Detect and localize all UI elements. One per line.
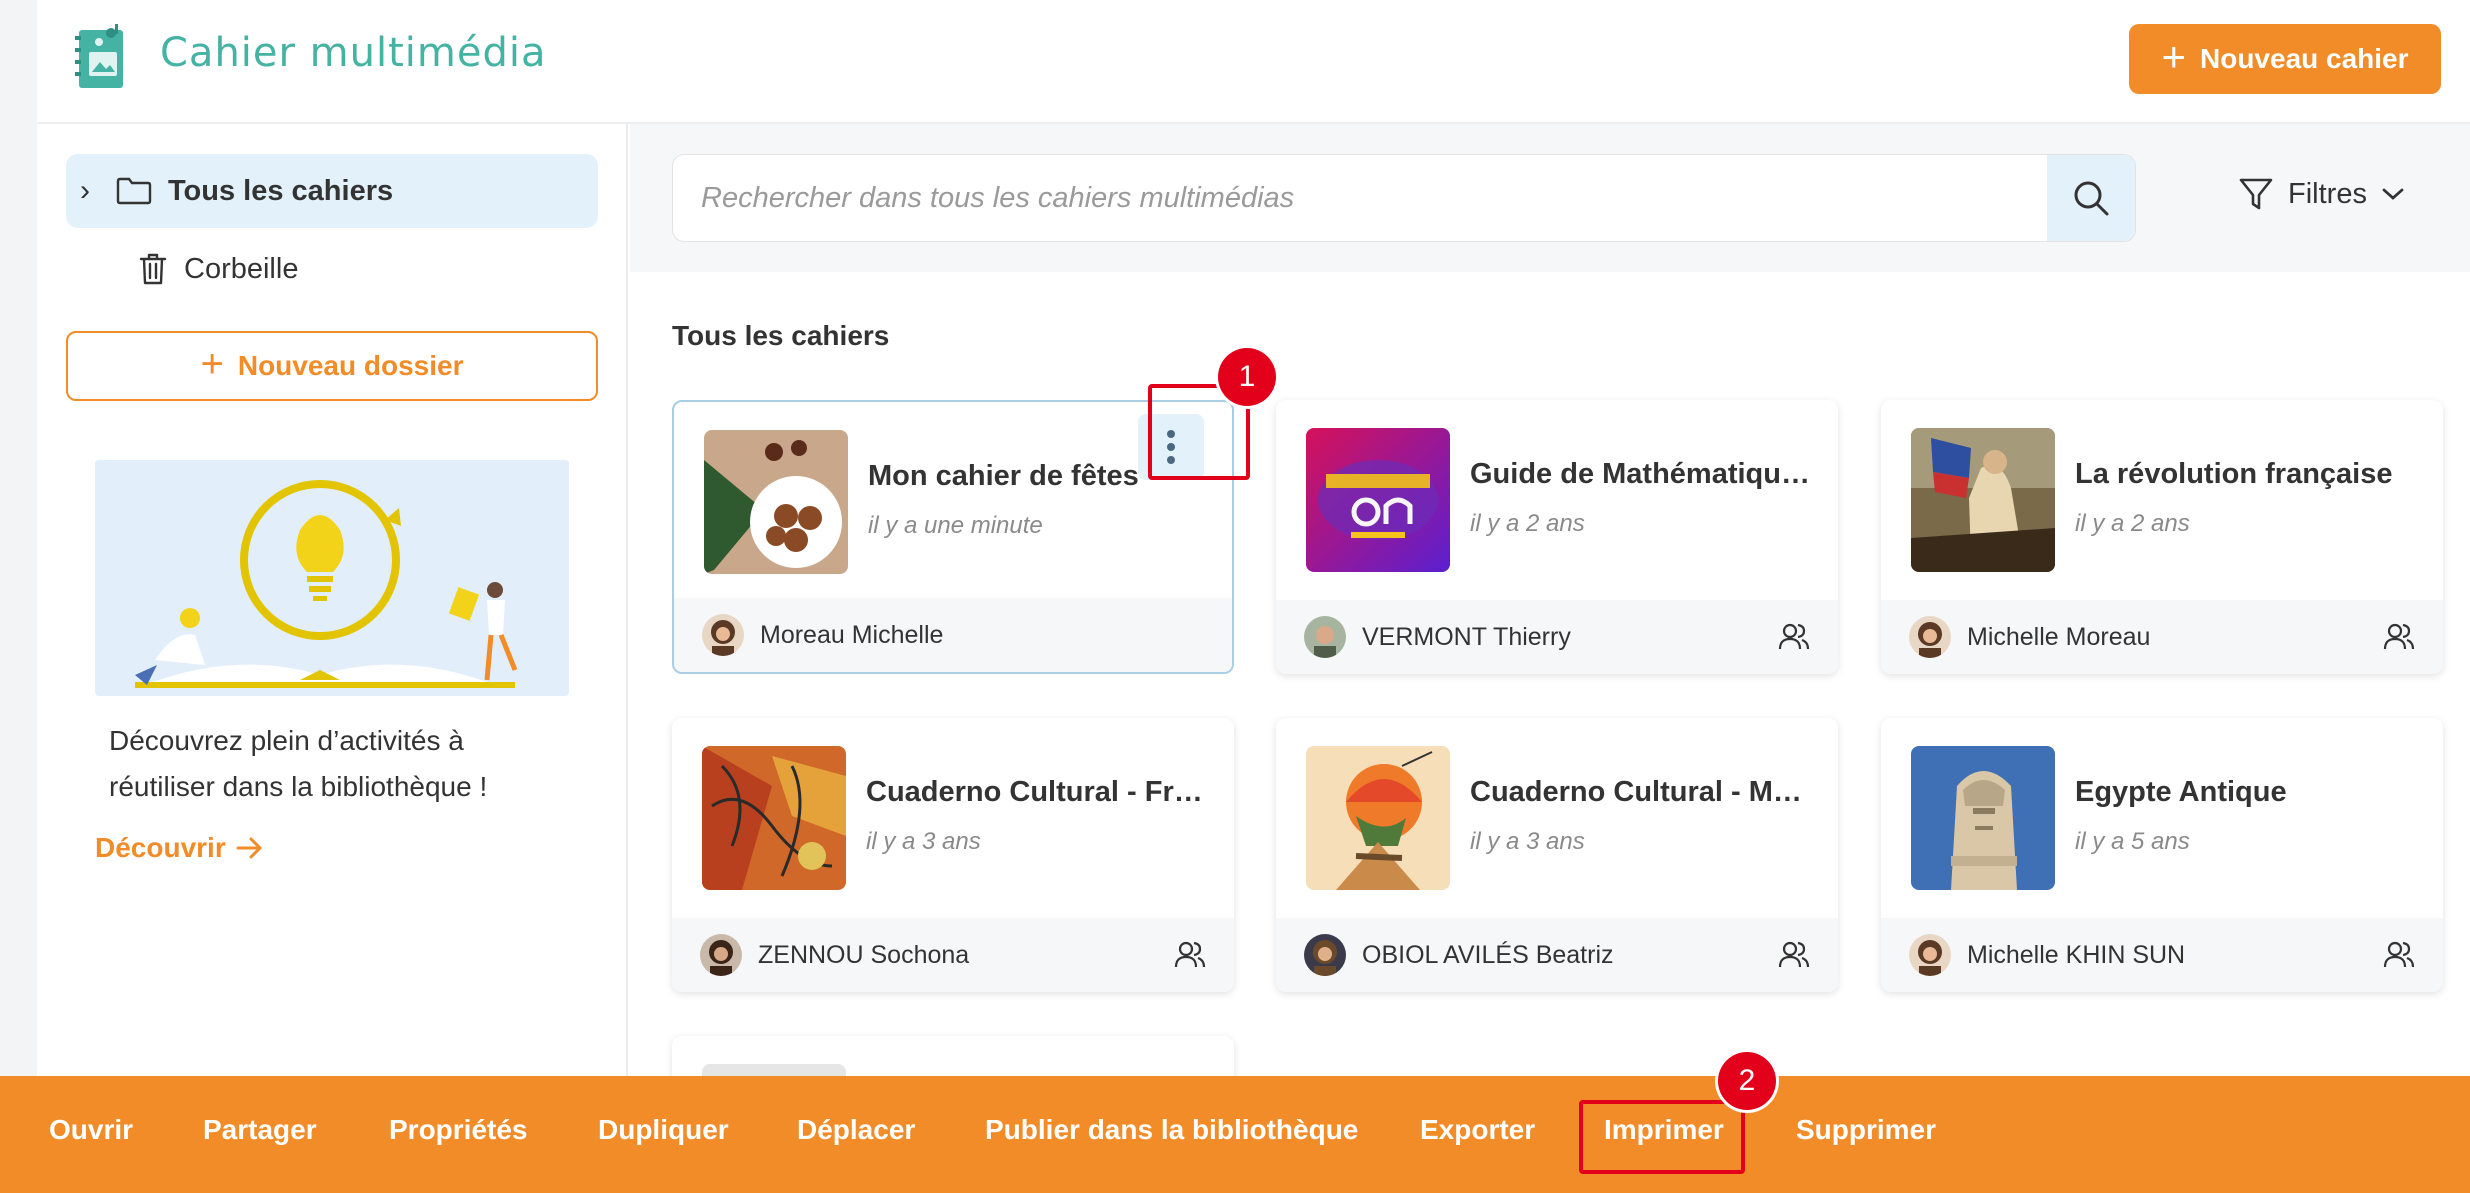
notebook-card[interactable]: Cuaderno Cultural - Mexico il y a 3 ans … [1276,718,1838,992]
search-icon [2074,181,2109,216]
card-footer: VERMONT Thierry [1276,600,1838,674]
notebook-date: il y a 3 ans [1470,828,1585,855]
search-box [672,154,2136,242]
notebook-thumbnail [1911,428,2055,572]
notebook-thumbnail [1911,746,2055,890]
notebook-date: il y a 3 ans [866,828,981,855]
notebook-thumbnail [702,746,846,890]
action-properties[interactable]: Propriétés [389,1114,528,1146]
action-bar: Ouvrir Partager Propriétés Dupliquer Dép… [0,1076,2470,1193]
notebook-card[interactable]: Egypte Antique il y a 5 ans Michelle KHI… [1881,718,2443,992]
annotation-badge-1: 1 [1218,348,1276,406]
action-export[interactable]: Exporter [1420,1114,1535,1146]
notebook-card[interactable]: La révolution française il y a 2 ans Mic… [1881,400,2443,674]
chevron-down-icon [2382,188,2404,200]
notebook-thumbnail [704,430,848,574]
search-input[interactable] [673,155,2051,241]
sidebar-item-label: Corbeille [184,252,299,285]
search-button[interactable] [2047,155,2135,241]
notebook-thumbnail [1306,428,1450,572]
promo-illustration [95,460,569,696]
notebook-card[interactable]: Guide de Mathématiques Pour les élèves i… [1276,400,1838,674]
new-notebook-button[interactable]: + Nouveau cahier [2129,24,2441,94]
notebook-title: La révolution française [2075,458,2393,490]
avatar [700,934,742,976]
card-footer: Michelle Moreau [1881,600,2443,674]
action-open[interactable]: Ouvrir [49,1114,133,1146]
avatar [1304,934,1346,976]
card-footer: Michelle KHIN SUN [1881,918,2443,992]
notebook-owner: ZENNOU Sochona [758,940,970,969]
notebook-owner: OBIOL AVILÉS Beatriz [1362,940,1614,969]
sidebar-item-label: Tous les cahiers [168,174,394,207]
shared-users-icon [1778,941,1810,968]
filters-button[interactable]: Filtres [2238,176,2405,212]
notebook-date: il y a 2 ans [1470,510,1585,537]
notebook-card[interactable]: Cuaderno Cultural - Francia il y a 3 ans… [672,718,1234,992]
filters-label: Filtres [2288,177,2367,210]
notebook-owner: Michelle KHIN SUN [1967,940,2186,969]
notebook-date: il y a une minute [868,512,1043,539]
notebook-owner: VERMONT Thierry [1362,622,1571,651]
card-footer: OBIOL AVILÉS Beatriz [1276,918,1838,992]
search-strip: Filtres [630,124,2470,272]
notebook-date: il y a 2 ans [2075,510,2190,537]
notebook-thumbnail [1306,746,1450,890]
action-move[interactable]: Déplacer [797,1114,915,1146]
action-delete[interactable]: Supprimer [1796,1114,1936,1146]
shared-users-icon [1174,941,1206,968]
notebook-title: Guide de Mathématiques Pour les élèves [1470,458,1810,490]
card-footer: Moreau Michelle [674,598,1232,672]
shared-users-icon [1778,623,1810,650]
new-folder-button[interactable]: + Nouveau dossier [66,331,598,401]
sidebar-item-trash[interactable]: Corbeille [66,232,598,306]
avatar [1909,934,1951,976]
avatar [1909,616,1951,658]
app-logo-icon [75,24,123,88]
filter-icon [2239,178,2273,210]
action-share[interactable]: Partager [203,1114,317,1146]
notebook-owner: Moreau Michelle [760,620,944,649]
app-title: Cahier multimédia [160,30,547,76]
notebook-date: il y a 5 ans [2075,828,2190,855]
folder-icon [116,177,152,205]
arrow-right-icon [236,837,262,859]
promo-text: Découvrez plein d’activités à réutiliser… [109,725,488,802]
trash-icon [139,253,167,285]
annotation-box-2 [1579,1100,1745,1174]
notebook-title: Cuaderno Cultural - Mexico [1470,776,1810,808]
new-folder-label: Nouveau dossier [237,350,464,381]
action-publish-library[interactable]: Publier dans la bibliothèque [985,1114,1358,1146]
plus-icon: + [200,341,224,386]
new-notebook-label: Nouveau cahier [2200,43,2409,74]
discover-link[interactable]: Découvrir [95,832,264,864]
action-duplicate[interactable]: Dupliquer [598,1114,729,1146]
plus-icon: + [2161,33,2186,80]
notebook-title: Cuaderno Cultural - Francia [866,776,1206,808]
left-gutter [0,0,37,1193]
notebook-owner: Michelle Moreau [1967,622,2151,651]
main-content: Filtres Tous les cahiers Mon cahier de f… [630,124,2470,1156]
sidebar-item-all-notebooks[interactable]: › Tous les cahiers [66,154,598,228]
shared-users-icon [2383,941,2415,968]
section-title: Tous les cahiers [672,320,890,351]
card-footer: ZENNOU Sochona [672,918,1234,992]
discover-label: Découvrir [95,832,226,863]
notebook-title: Egypte Antique [2075,776,2287,808]
avatar [1304,616,1346,658]
sidebar: › Tous les cahiers Corbeille + Nouveau d… [37,124,628,1076]
chevron-right-icon[interactable]: › [80,174,106,208]
shared-users-icon [2383,623,2415,650]
annotation-badge-2: 2 [1718,1052,1776,1110]
avatar [702,614,744,656]
app-header: Cahier multimédia + Nouveau cahier [37,0,2470,124]
